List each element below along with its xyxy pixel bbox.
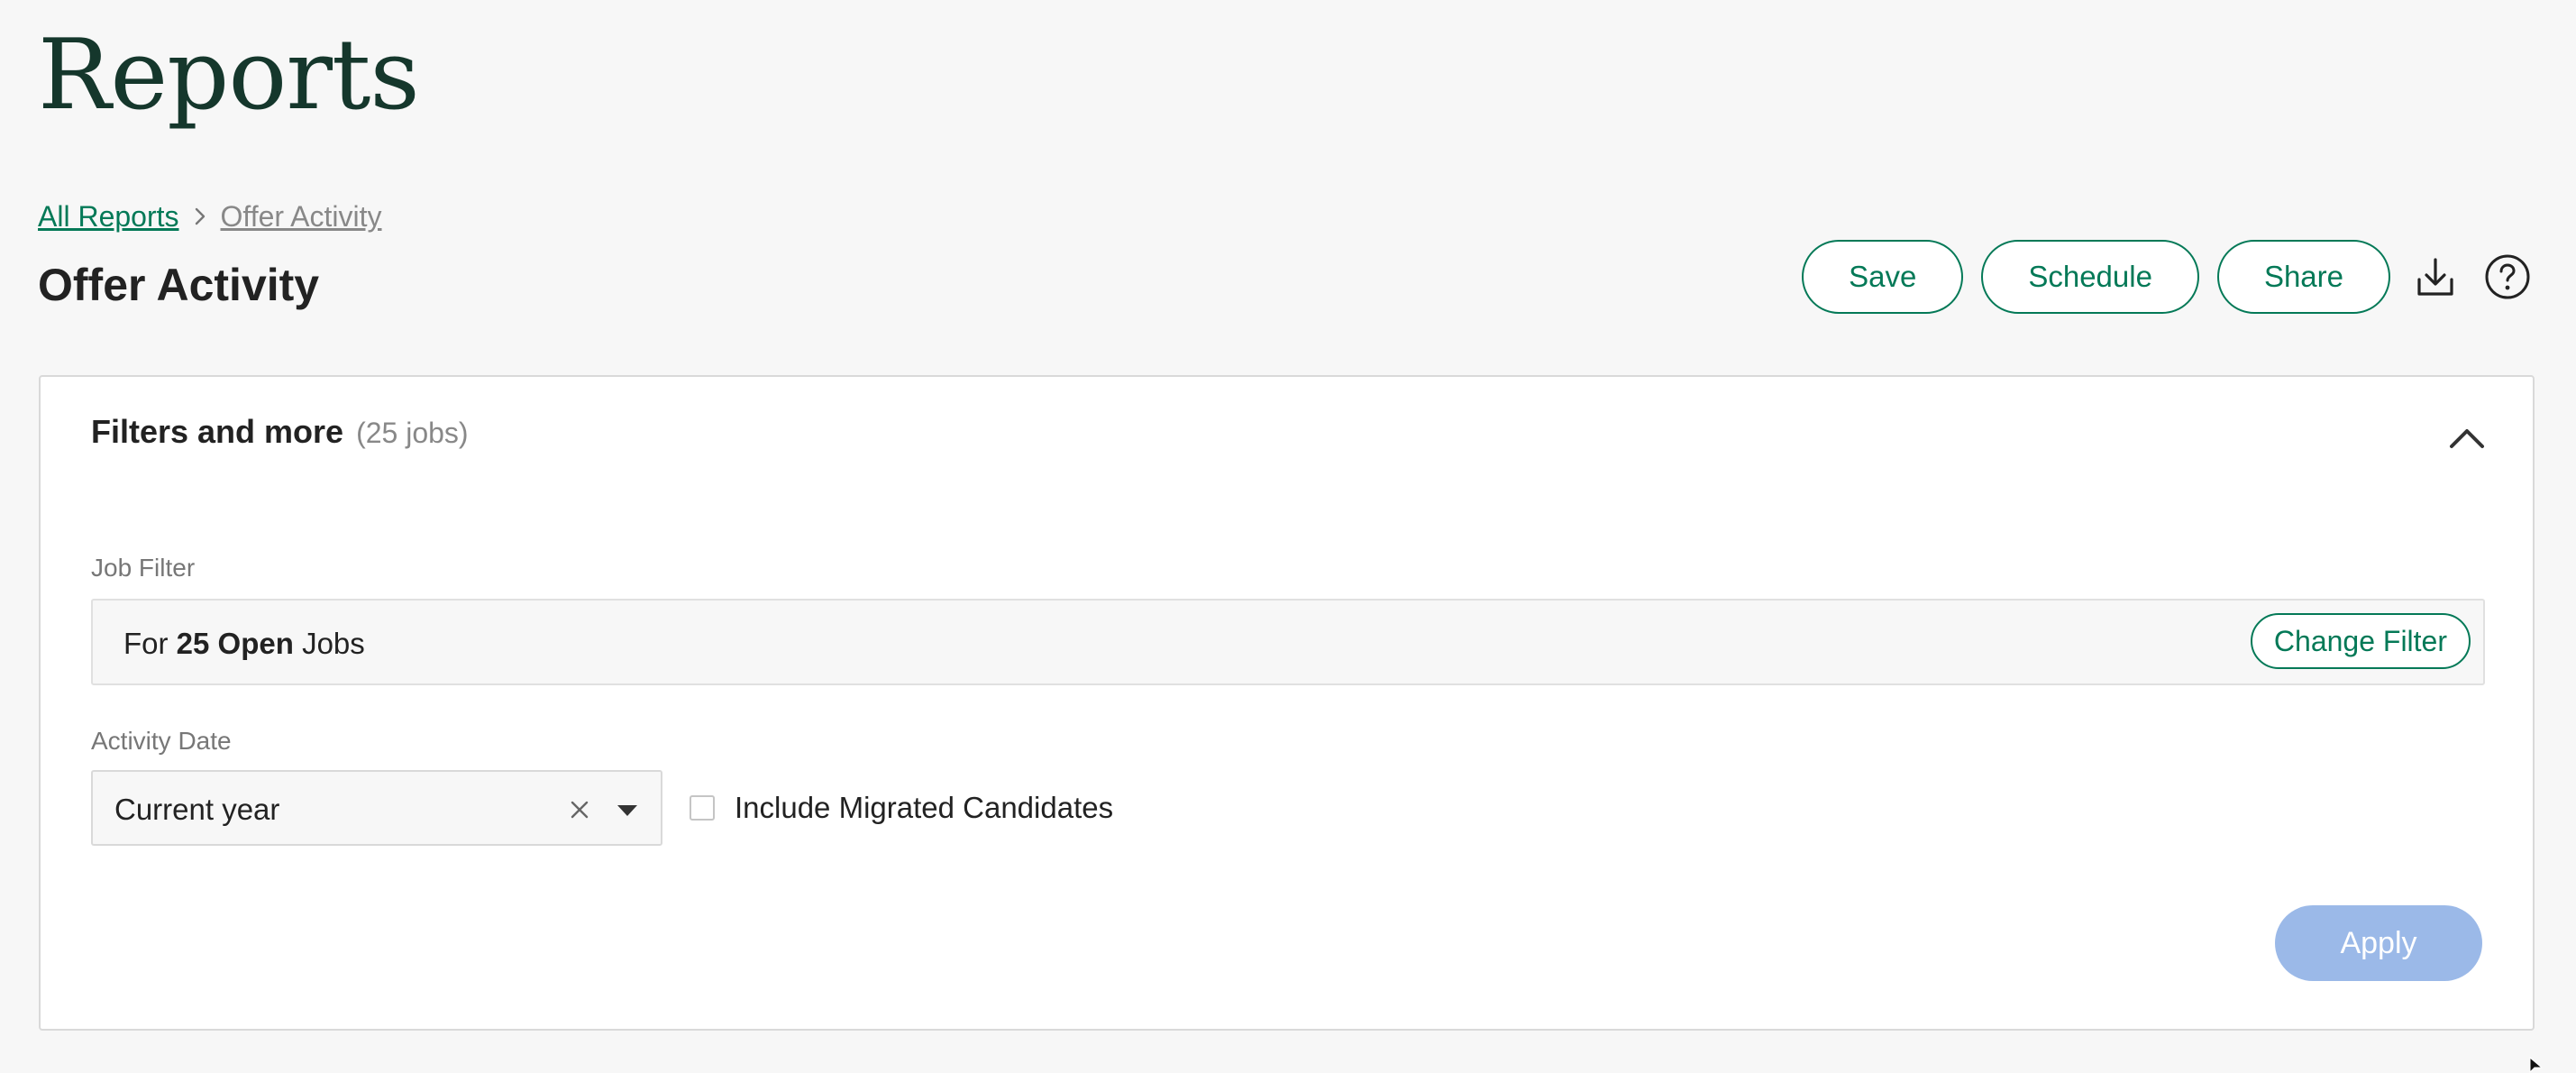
job-filter-prefix: For: [123, 627, 169, 660]
include-migrated-label: Include Migrated Candidates: [735, 791, 1114, 824]
filters-panel: Filters and more (25 jobs) Job Filter Fo…: [39, 375, 2535, 1031]
save-button[interactable]: Save: [1802, 240, 1964, 314]
schedule-button[interactable]: Schedule: [1981, 240, 2199, 314]
help-icon[interactable]: [2480, 250, 2535, 304]
job-filter-suffix: Jobs: [302, 627, 365, 660]
filters-job-count: (25 jobs): [356, 417, 469, 449]
breadcrumb-current[interactable]: Offer Activity: [221, 198, 382, 234]
chevron-up-icon[interactable]: [2444, 420, 2489, 456]
change-filter-button[interactable]: Change Filter: [2250, 613, 2471, 669]
download-icon[interactable]: [2408, 250, 2462, 304]
close-icon[interactable]: [562, 792, 598, 828]
breadcrumb-all-reports-link[interactable]: All Reports: [38, 198, 179, 234]
report-actions: Save Schedule Share: [1802, 240, 2535, 314]
include-migrated-option[interactable]: Include Migrated Candidates: [690, 790, 1113, 826]
filters-header: Filters and more (25 jobs): [91, 413, 469, 451]
job-filter-label: Job Filter: [91, 554, 196, 582]
activity-date-value: Current year: [114, 793, 280, 826]
mouse-cursor-icon: [2529, 1056, 2547, 1073]
share-button[interactable]: Share: [2216, 240, 2390, 314]
filters-title: Filters and more: [91, 413, 344, 450]
report-title: Offer Activity: [38, 260, 320, 310]
include-migrated-checkbox[interactable]: [690, 795, 715, 821]
page-title: Reports: [38, 19, 420, 132]
chevron-right-icon: [194, 206, 206, 226]
activity-date-select[interactable]: Current year: [91, 770, 662, 846]
breadcrumb: All Reports Offer Activity: [38, 198, 382, 234]
activity-date-label: Activity Date: [91, 727, 232, 755]
caret-down-icon[interactable]: [614, 799, 641, 822]
job-filter-summary: For 25 Open Jobs: [123, 626, 365, 662]
job-filter-count: 25 Open: [176, 627, 294, 660]
reports-page: Reports All Reports Offer Activity Offer…: [0, 0, 2576, 1073]
job-filter-box: For 25 Open Jobs Change Filter: [91, 599, 2485, 685]
apply-button[interactable]: Apply: [2275, 905, 2482, 981]
